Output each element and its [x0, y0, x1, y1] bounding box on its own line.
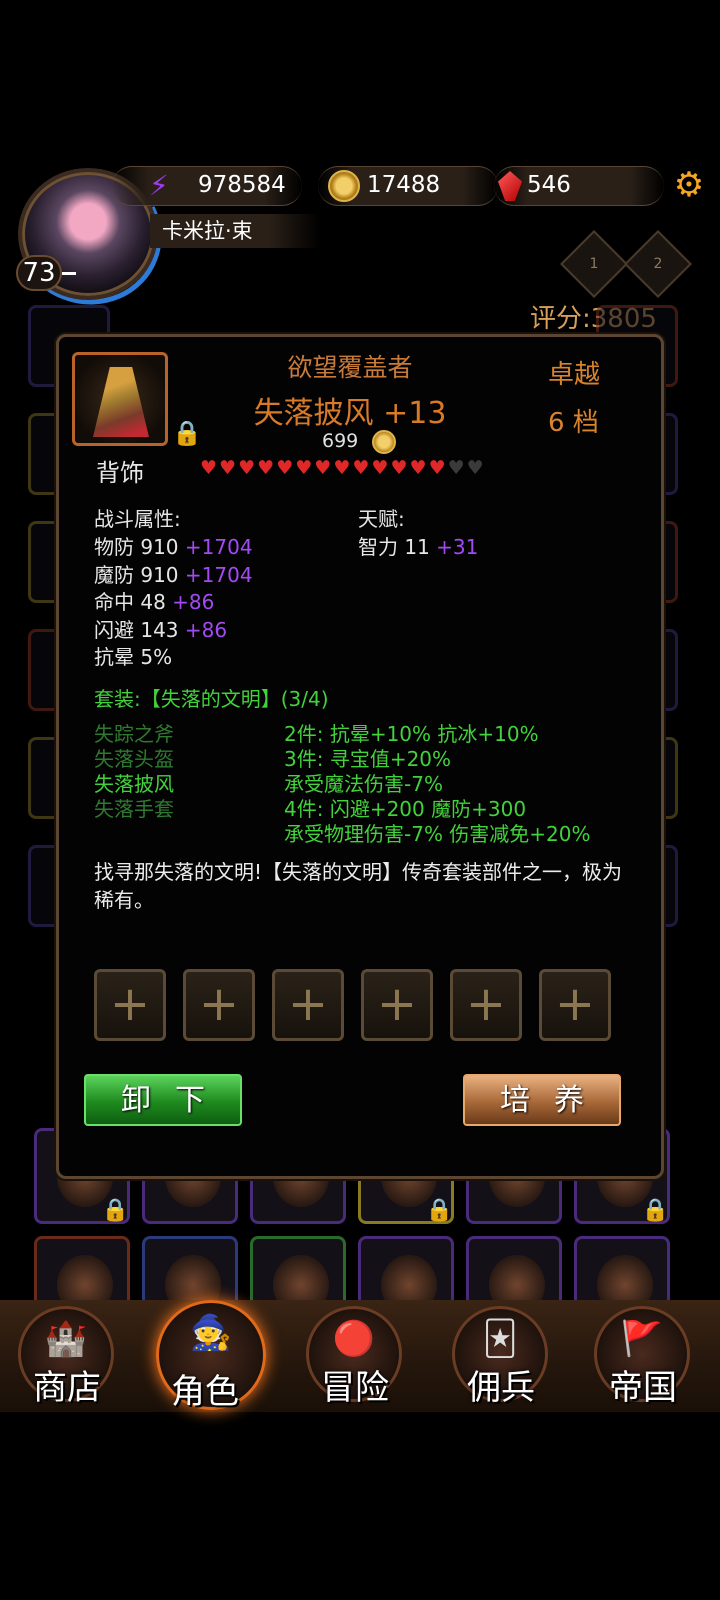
- item-price: 699: [322, 430, 359, 452]
- combat-stat: 闪避 143 +86: [94, 614, 227, 643]
- rank-badge-1-label: 1: [589, 256, 599, 272]
- filled-heart-icon: ♥: [371, 457, 389, 479]
- plus-icon: +: [198, 976, 240, 1032]
- cloak-icon: [93, 367, 149, 437]
- nav-label: 冒险: [321, 1368, 389, 1408]
- stat-value: 闪避 143: [94, 617, 179, 642]
- adventure-icon: 🔴: [332, 1319, 376, 1359]
- player-level: 73: [16, 255, 62, 291]
- filled-heart-icon: ♥: [219, 457, 237, 479]
- gold-coin-icon: [372, 430, 396, 454]
- nav-label: 商店: [33, 1368, 101, 1408]
- stat-value: 物防 910: [94, 535, 179, 559]
- stat-bonus: +1704: [178, 562, 253, 587]
- game-screen: 73 ⚡ 978584 17488 546 ⚙ 卡米拉·束 1 2 评分:380…: [0, 0, 720, 1600]
- gold-coin-icon: [326, 168, 362, 204]
- stat-value: 智力 11: [358, 535, 430, 559]
- lock-icon: 🔒: [425, 1198, 453, 1223]
- crystal-value: 978584: [198, 172, 286, 198]
- combat-stat: 抗晕 5%: [94, 641, 172, 670]
- character-icon: 🧙: [189, 1313, 233, 1353]
- unequip-button[interactable]: 卸下: [84, 1074, 242, 1126]
- empty-heart-icon: ♥: [447, 457, 465, 479]
- set-part: 失落手套: [94, 797, 174, 821]
- stat-value: 抗晕 5%: [94, 645, 173, 669]
- combat-stat: 魔防 910 +1704: [94, 559, 253, 588]
- empire-icon: 🚩: [620, 1319, 664, 1359]
- filled-heart-icon: ♥: [276, 457, 294, 479]
- gem-socket[interactable]: +: [183, 969, 255, 1041]
- filled-heart-icon: ♥: [409, 457, 427, 479]
- item-grade: 卓越: [548, 360, 601, 390]
- plus-icon: +: [109, 976, 151, 1032]
- filled-heart-icon: ♥: [295, 457, 313, 479]
- item-icon-frame: [72, 352, 168, 446]
- enhance-hearts: ♥ ♥ ♥ ♥ ♥ ♥ ♥ ♥ ♥ ♥ ♥ ♥ ♥ ♥ ♥: [200, 458, 484, 478]
- plus-icon: +: [287, 976, 329, 1032]
- train-button[interactable]: 培养: [463, 1074, 621, 1126]
- rank-badge-1[interactable]: 1: [560, 230, 628, 298]
- filled-heart-icon: ♥: [333, 457, 351, 479]
- player-name: 卡米拉·束: [150, 214, 320, 248]
- filled-heart-icon: ♥: [238, 457, 256, 479]
- gem-socket[interactable]: +: [272, 969, 344, 1041]
- filled-heart-icon: ♥: [314, 457, 332, 479]
- set-title: 套装:【失落的文明】(3/4): [94, 687, 329, 711]
- empty-heart-icon: ♥: [466, 457, 484, 479]
- rank-badge-2[interactable]: 2: [624, 230, 692, 298]
- talent-label: 天赋:: [358, 507, 405, 531]
- settings-gear-icon[interactable]: ⚙: [670, 166, 708, 204]
- level-divider: [62, 272, 76, 275]
- stat-value: 命中 48: [94, 590, 166, 614]
- item-title: 欲望覆盖者: [287, 353, 413, 382]
- gold-value: 17488: [367, 172, 441, 198]
- stat-bonus: +31: [429, 535, 479, 559]
- stat-bonus: +86: [165, 590, 215, 614]
- red-gem-icon[interactable]: [492, 168, 528, 204]
- plus-icon: +: [376, 976, 418, 1032]
- item-name: 失落披风 +13: [253, 396, 447, 431]
- combat-stats-label: 战斗属性:: [94, 507, 181, 531]
- lock-icon: 🔒: [641, 1198, 669, 1223]
- combat-stat: 物防 910 +1704: [94, 531, 253, 560]
- filled-heart-icon: ♥: [390, 457, 408, 479]
- item-description: 找寻那失落的文明!【失落的文明】传奇套装部件之一，极为稀有。: [94, 860, 623, 912]
- lock-icon[interactable]: 🔒: [172, 420, 202, 446]
- mercenary-icon: 🃏: [482, 1319, 518, 1359]
- nav-label: 佣兵: [467, 1368, 535, 1408]
- filled-heart-icon: ♥: [200, 457, 218, 479]
- rank-badge-2-label: 2: [653, 256, 663, 272]
- nav-label: 角色: [171, 1372, 239, 1412]
- talent-stat: 智力 11 +31: [358, 531, 478, 560]
- crystal-icon: ⚡: [149, 169, 169, 202]
- stat-value: 魔防 910: [94, 562, 179, 587]
- shop-icon: 🏰: [44, 1319, 88, 1359]
- plus-icon: +: [465, 976, 507, 1032]
- gem-socket[interactable]: +: [539, 969, 611, 1041]
- plus-icon: +: [554, 976, 596, 1032]
- stat-bonus: +86: [178, 617, 228, 642]
- filled-heart-icon: ♥: [428, 457, 446, 479]
- gem-socket[interactable]: +: [94, 969, 166, 1041]
- stat-bonus: +1704: [178, 535, 253, 559]
- gem-value: 546: [527, 172, 571, 198]
- gem-socket[interactable]: +: [361, 969, 433, 1041]
- filled-heart-icon: ♥: [257, 457, 275, 479]
- item-slot-type: 背饰: [96, 459, 144, 487]
- combat-stat: 命中 48 +86: [94, 586, 214, 615]
- nav-label: 帝国: [609, 1368, 677, 1408]
- gem-socket[interactable]: +: [450, 969, 522, 1041]
- lock-icon: 🔒: [101, 1198, 129, 1223]
- set-bonus: 承受物理伤害-7% 伤害减免+20%: [284, 822, 591, 846]
- filled-heart-icon: ♥: [352, 457, 370, 479]
- item-tier: 6 档: [548, 408, 599, 438]
